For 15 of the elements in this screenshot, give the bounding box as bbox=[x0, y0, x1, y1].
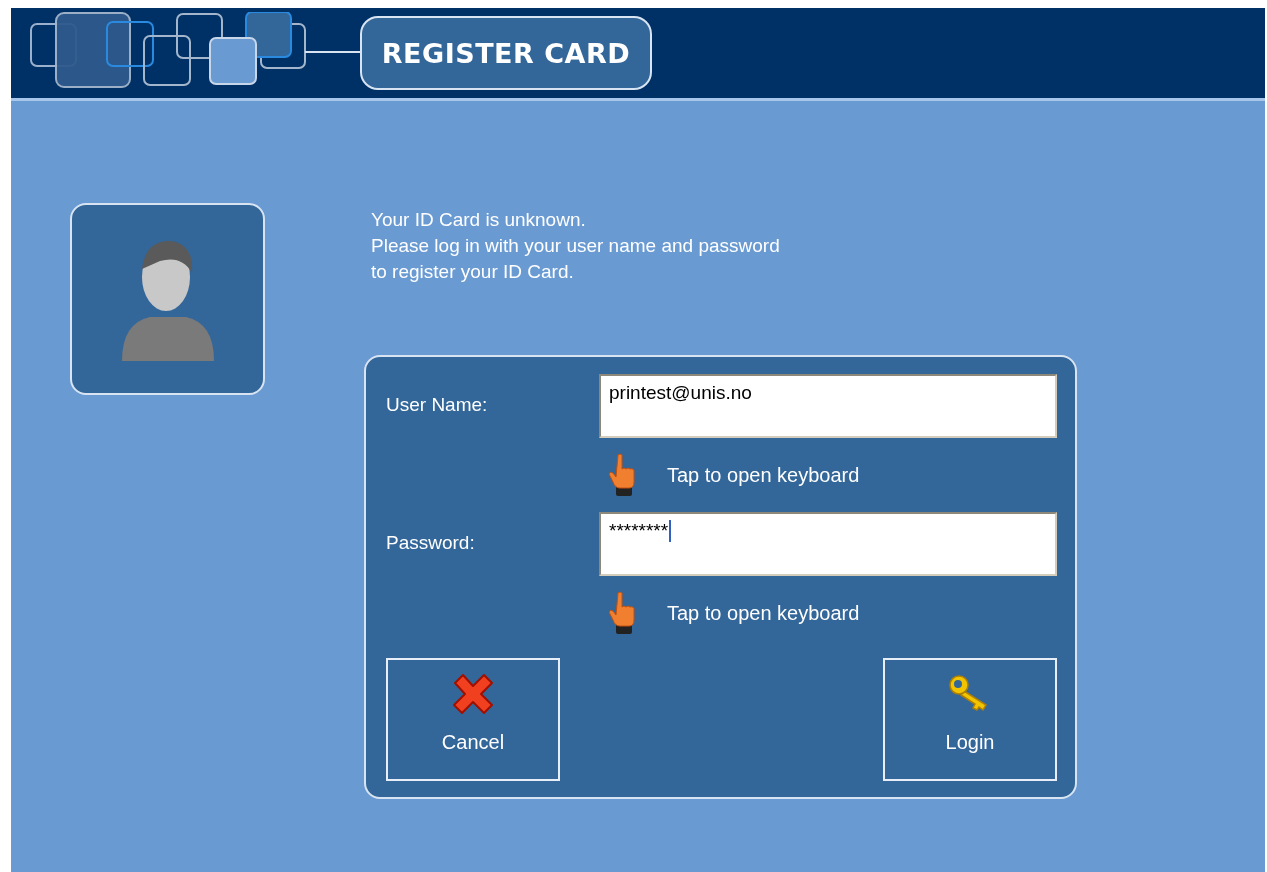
field-label: Password: bbox=[386, 531, 476, 554]
keyboard-hint: Tap to open keyboard bbox=[667, 601, 860, 625]
cross-icon bbox=[451, 673, 495, 715]
field-label: User Name: bbox=[386, 393, 489, 416]
pointing-hand-icon bbox=[609, 453, 637, 497]
message-text: Please log in with your user name and password bbox=[371, 234, 781, 258]
pointing-hand-icon bbox=[609, 591, 637, 635]
text-input-field[interactable]: printest@unis.no bbox=[599, 374, 1057, 438]
keyboard-hint: Tap to open keyboard bbox=[667, 463, 860, 487]
screen-title: REGISTER CARD bbox=[360, 16, 652, 90]
text-input-field[interactable]: ******** bbox=[599, 512, 1057, 576]
cancel-button[interactable]: Cancel bbox=[386, 658, 560, 781]
message-text: Your ID Card is unknown. bbox=[371, 208, 587, 232]
login-button[interactable]: Login bbox=[883, 658, 1057, 781]
message-text: to register your ID Card. bbox=[371, 260, 575, 284]
